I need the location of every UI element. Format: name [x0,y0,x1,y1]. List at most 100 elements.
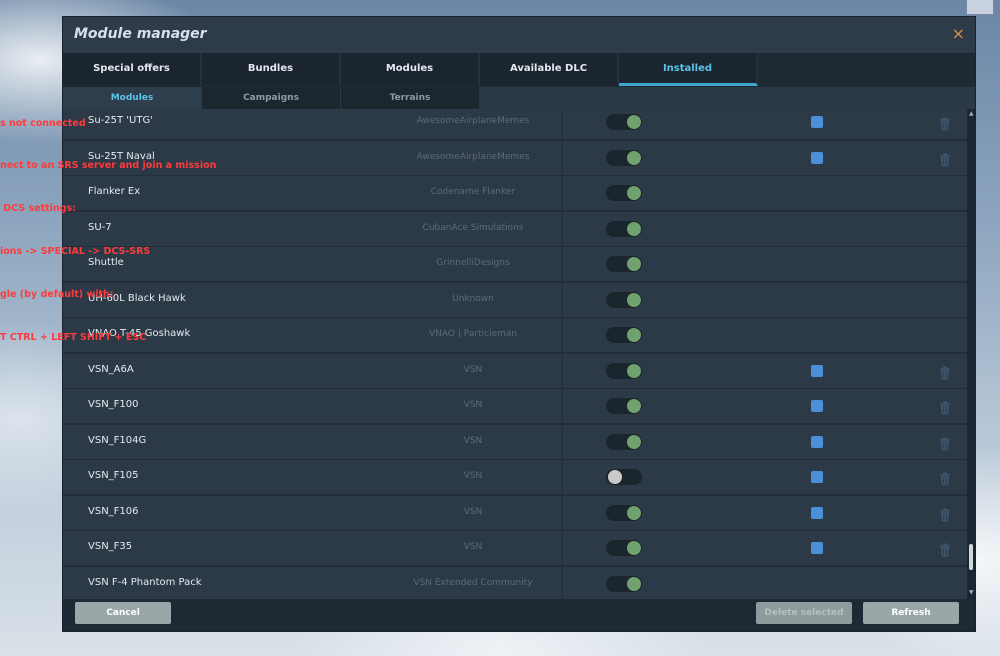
module-select-checkbox[interactable] [811,471,823,483]
module-enable-toggle[interactable] [606,433,642,450]
tab-available-dlc[interactable]: Available DLC [480,53,619,85]
module-name: VSN_F105 [88,470,139,481]
overlay-line: ions -> SPECIAL -> DCS-SRS [0,246,151,258]
cancel-button[interactable]: Cancel [75,602,171,624]
toggle-knob [627,115,641,129]
module-enable-toggle[interactable] [606,149,642,166]
module-name: VSN_F100 [88,399,139,410]
column-divider [561,566,563,599]
module-select-checkbox[interactable] [811,400,823,412]
dialog-title: Module manager [74,26,207,42]
module-select-checkbox[interactable] [811,435,823,448]
trash-icon[interactable] [939,471,951,486]
subtab-campaigns[interactable]: Campaigns [202,87,341,109]
module-author: VSN [463,542,483,552]
module-row: VSN_F106 VSN [63,495,967,532]
module-author: AwesomeAirplaneMemes [416,151,530,162]
module-select-checkbox[interactable] [811,364,823,377]
trash-icon[interactable] [939,542,951,557]
scroll-down-arrow-icon[interactable]: ▼ [969,589,974,596]
dialog-titlebar: Module manager × [63,17,975,53]
module-enable-toggle[interactable] [606,185,642,201]
module-author: VSN [463,364,483,375]
module-author: CubanAce Simulations [422,222,524,233]
scroll-up-arrow-icon[interactable]: ▲ [969,110,974,117]
app-corner-badge [966,0,994,15]
toggle-knob [627,221,641,236]
main-tab-bar: Special offers Bundles Modules Available… [63,53,975,87]
module-select-checkbox[interactable] [811,151,823,164]
module-author: VSN [463,400,483,410]
column-divider [561,176,563,210]
toggle-knob [627,399,641,413]
module-name: VSN_F106 [88,505,139,517]
column-divider [561,318,563,352]
toggle-knob [627,505,641,520]
module-author: AwesomeAirplaneMemes [416,116,530,126]
srs-overlay-message: s not connected nect to an SRS server an… [0,88,216,360]
column-divider [561,353,563,388]
module-row: VSN F-4 Phantom Pack VSN Extended Communi… [63,566,967,599]
overlay-line: s not connected [0,117,86,129]
module-author: VSN [463,471,483,481]
column-divider [561,282,563,317]
tab-installed[interactable]: Installed [619,53,758,86]
module-row: VSN_F105 VSN [63,460,967,496]
module-select-checkbox[interactable] [811,542,823,554]
tab-modules[interactable]: Modules [341,53,480,85]
trash-icon[interactable] [939,436,951,450]
scroll-thumb[interactable] [969,544,973,570]
module-author: VSN Extended Community [413,577,533,588]
close-icon[interactable]: × [952,24,965,43]
module-enable-toggle[interactable] [606,291,642,308]
column-divider [561,495,563,530]
module-name: VSN_F35 [88,541,133,552]
toggle-knob [627,541,641,555]
column-divider [561,389,563,423]
toggle-knob [608,470,622,484]
module-row: VSN_F104G VSN [63,424,967,461]
module-name: VSN_F104G [88,434,147,446]
subtab-terrains[interactable]: Terrains [341,87,480,109]
toggle-knob [627,363,641,378]
toggle-knob [627,150,641,165]
module-enable-toggle[interactable] [606,469,642,485]
overlay-line: nect to an SRS server and join a mission [0,160,217,172]
module-name: VSN_A6A [88,363,134,375]
toggle-knob [627,576,641,591]
toggle-knob [627,257,641,271]
module-enable-toggle[interactable] [606,575,642,592]
module-enable-toggle[interactable] [606,114,642,130]
module-enable-toggle[interactable] [606,327,642,343]
dialog-footer: Cancel Delete selected Refresh [63,599,975,631]
tab-special-offers[interactable]: Special offers [63,53,202,85]
module-enable-toggle[interactable] [606,504,642,521]
module-author: VSN [463,506,483,517]
module-enable-toggle[interactable] [606,220,642,237]
module-select-checkbox[interactable] [811,506,823,519]
column-divider [561,460,563,494]
delete-selected-button[interactable]: Delete selected [756,602,852,624]
module-author: GrinnelliDesigns [436,258,510,268]
trash-icon[interactable] [939,152,951,166]
tab-bundles[interactable]: Bundles [202,53,341,85]
list-scrollbar[interactable]: ▲ ▼ [967,109,975,599]
toggle-knob [627,434,641,449]
overlay-line: DCS settings: [0,203,76,215]
module-select-checkbox[interactable] [811,116,823,128]
trash-icon[interactable] [939,400,951,415]
trash-icon[interactable] [939,507,951,521]
toggle-knob [627,186,641,200]
trash-icon[interactable] [939,365,951,379]
module-enable-toggle[interactable] [606,540,642,556]
toggle-knob [627,292,641,307]
column-divider [561,140,563,175]
refresh-button[interactable]: Refresh [863,602,959,624]
column-divider [561,424,563,459]
module-enable-toggle[interactable] [606,362,642,379]
trash-icon[interactable] [939,116,951,131]
module-author: Codename Flanker [430,187,516,197]
module-enable-toggle[interactable] [606,256,642,272]
module-author: VNAO | Particleman [429,329,517,339]
module-enable-toggle[interactable] [606,398,642,414]
